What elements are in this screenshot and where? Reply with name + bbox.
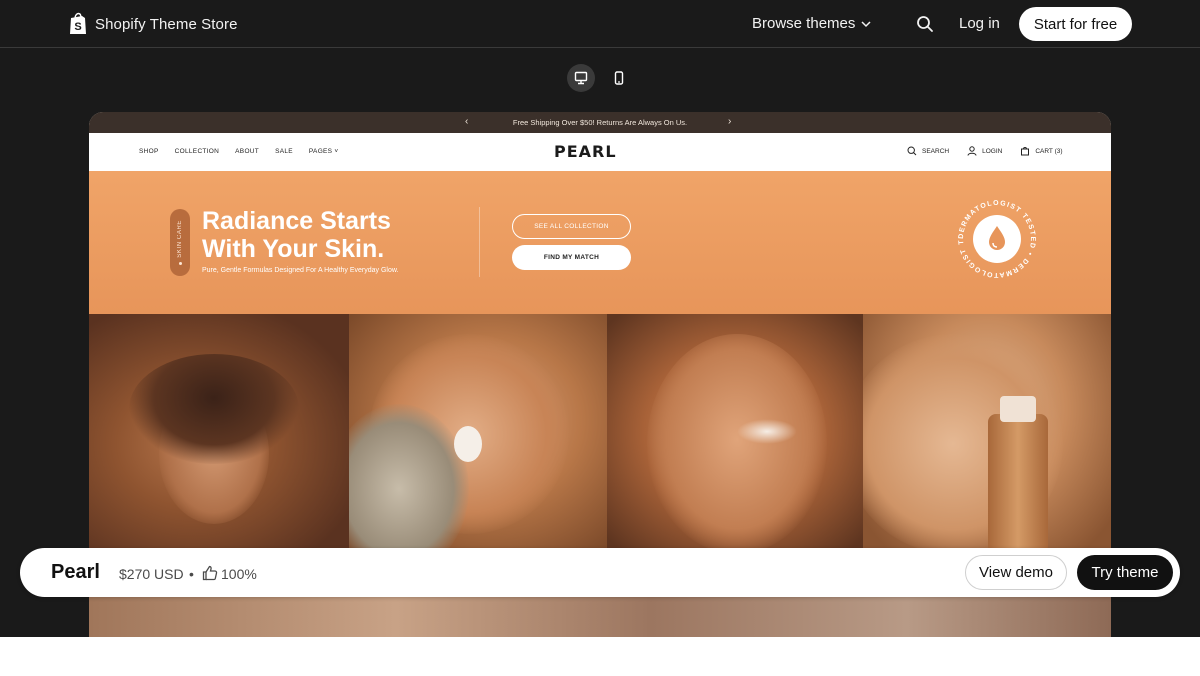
store-menu: SHOP COLLECTION ABOUT SALE PAGES ˅ — [139, 148, 339, 155]
store-logo[interactable]: PEARL — [554, 142, 617, 161]
try-theme-button[interactable]: Try theme — [1077, 555, 1173, 590]
store-actions: SEARCH LOGIN CART (3) — [907, 146, 1063, 156]
cart-icon — [1021, 147, 1030, 156]
svg-text:S: S — [74, 21, 81, 33]
skin-care-badge: SKIN CARE — [170, 209, 190, 276]
theme-price: $270 USD — [119, 566, 184, 582]
store-menu-pages-label: PAGES — [308, 148, 333, 155]
photo-face-with-cream — [607, 314, 863, 550]
announcement-next-icon[interactable]: › — [728, 116, 731, 127]
serum-cap — [1000, 396, 1036, 422]
photo-arm-with-cream — [349, 314, 607, 550]
store-search-label: SEARCH — [922, 147, 950, 155]
separator-dot: • — [189, 566, 194, 582]
announcement-text: Free Shipping Over $50! Returns Are Alwa… — [512, 118, 688, 127]
announcement-prev-icon[interactable]: ‹ — [465, 116, 468, 127]
photo-woman-touching-hair — [89, 314, 349, 550]
browse-themes-menu[interactable]: Browse themes — [752, 15, 871, 32]
rating-percent: 100% — [221, 566, 257, 582]
hero-divider — [479, 207, 480, 277]
mobile-view-toggle[interactable] — [605, 64, 633, 92]
desktop-view-toggle[interactable] — [567, 64, 595, 92]
login-link[interactable]: Log in — [959, 15, 1000, 32]
start-for-free-button[interactable]: Start for free — [1019, 7, 1132, 41]
store-cart-button[interactable]: CART (3) — [1020, 146, 1063, 156]
brand-title: Shopify Theme Store — [95, 15, 238, 33]
store-menu-shop[interactable]: SHOP — [139, 148, 159, 155]
search-icon — [907, 146, 917, 156]
thumbs-up-icon — [202, 565, 218, 581]
store-menu-about[interactable]: ABOUT — [235, 148, 259, 155]
dermatologist-tested-seal: DERMATOLOGIST TESTED • DERMATOLOGIST TES… — [955, 197, 1035, 278]
store-menu-collection[interactable]: COLLECTION — [175, 148, 220, 155]
theme-name: Pearl — [51, 561, 100, 583]
find-my-match-button[interactable]: FIND MY MATCH — [512, 245, 631, 270]
brand[interactable]: S Shopify Theme Store — [68, 12, 238, 36]
skin-care-badge-label: SKIN CARE — [177, 220, 183, 258]
view-demo-button[interactable]: View demo — [965, 555, 1067, 590]
hero-title-line-2: With Your Skin. — [202, 235, 385, 263]
photo-serum-bottle — [863, 314, 1111, 550]
theme-info-bar: Pearl $270 USD • 100% View demo Try them… — [20, 548, 1180, 597]
store-login-label: LOGIN — [982, 147, 1003, 155]
see-all-collection-button[interactable]: SEE ALL COLLECTION — [512, 214, 631, 239]
store-login-button[interactable]: LOGIN — [967, 146, 1002, 156]
lifestyle-photo-grid — [89, 314, 1111, 550]
user-icon — [967, 146, 977, 156]
badge-dot — [178, 261, 182, 265]
chevron-down-icon — [861, 20, 871, 27]
hero-title: Radiance Starts With Your Skin. — [202, 207, 482, 263]
hero-banner: SKIN CARE Radiance Starts With Your Skin… — [89, 171, 1111, 314]
top-navigation: S Shopify Theme Store Browse themes Log … — [0, 0, 1200, 48]
serum-bottle — [988, 414, 1048, 550]
search-icon[interactable] — [916, 15, 934, 33]
store-cart-label: CART (3) — [1035, 147, 1063, 155]
store-search-button[interactable]: SEARCH — [907, 146, 949, 156]
mobile-icon — [614, 71, 624, 85]
hero-subtitle: Pure, Gentle Formulas Designed For A Hea… — [202, 267, 399, 274]
desktop-icon — [574, 71, 588, 85]
hero-title-line-1: Radiance Starts — [202, 207, 391, 235]
announcement-bar: Free Shipping Over $50! Returns Are Alwa… — [89, 112, 1111, 133]
store-menu-sale[interactable]: SALE — [275, 148, 293, 155]
shopify-bag-icon: S — [70, 12, 86, 34]
browse-themes-label: Browse themes — [752, 15, 856, 32]
store-menu-pages[interactable]: PAGES ˅ — [309, 148, 339, 155]
store-header: SHOP COLLECTION ABOUT SALE PAGES ˅ PEARL… — [89, 133, 1111, 171]
